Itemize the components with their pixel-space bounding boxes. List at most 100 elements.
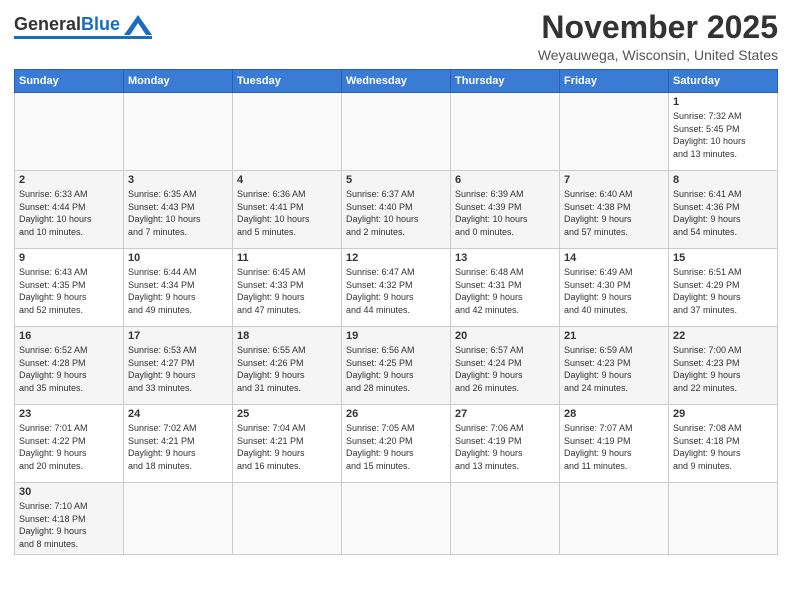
day-info-8: Sunrise: 6:41 AM Sunset: 4:36 PM Dayligh… bbox=[673, 188, 773, 238]
cell-2-1: 10 Sunrise: 6:44 AM Sunset: 4:34 PM Dayli… bbox=[124, 249, 233, 327]
day-number-10: 10 bbox=[128, 252, 228, 264]
cell-4-6: 29 Sunrise: 7:08 AM Sunset: 4:18 PM Dayli… bbox=[669, 405, 778, 483]
cell-0-1 bbox=[124, 93, 233, 171]
cell-5-2 bbox=[233, 483, 342, 554]
header-thursday: Thursday bbox=[451, 70, 560, 93]
day-info-11: Sunrise: 6:45 AM Sunset: 4:33 PM Dayligh… bbox=[237, 266, 337, 316]
day-info-16: Sunrise: 6:52 AM Sunset: 4:28 PM Dayligh… bbox=[19, 344, 119, 394]
day-number-18: 18 bbox=[237, 330, 337, 342]
day-info-3: Sunrise: 6:35 AM Sunset: 4:43 PM Dayligh… bbox=[128, 188, 228, 238]
cell-3-2: 18Sunrise: 6:55 AM Sunset: 4:26 PM Dayli… bbox=[233, 327, 342, 405]
header-wednesday: Wednesday bbox=[342, 70, 451, 93]
day-info-2: Sunrise: 6:33 AM Sunset: 4:44 PM Dayligh… bbox=[19, 188, 119, 238]
cell-1-4: 6 Sunrise: 6:39 AM Sunset: 4:39 PM Daylig… bbox=[451, 171, 560, 249]
calendar-table: Sunday Monday Tuesday Wednesday Thursday… bbox=[14, 69, 778, 554]
day-info-19: Sunrise: 6:56 AM Sunset: 4:25 PM Dayligh… bbox=[346, 344, 446, 394]
day-info-6: Sunrise: 6:39 AM Sunset: 4:39 PM Dayligh… bbox=[455, 188, 555, 238]
cell-1-0: 2Sunrise: 6:33 AM Sunset: 4:44 PM Daylig… bbox=[15, 171, 124, 249]
day-info-7: Sunrise: 6:40 AM Sunset: 4:38 PM Dayligh… bbox=[564, 188, 664, 238]
logo-text: General Blue bbox=[14, 14, 152, 35]
cell-1-3: 5 Sunrise: 6:37 AM Sunset: 4:40 PM Daylig… bbox=[342, 171, 451, 249]
cell-5-3 bbox=[342, 483, 451, 554]
cell-3-4: 20 Sunrise: 6:57 AM Sunset: 4:24 PM Dayli… bbox=[451, 327, 560, 405]
day-info-9: Sunrise: 6:43 AM Sunset: 4:35 PM Dayligh… bbox=[19, 266, 119, 316]
day-number-23: 23 bbox=[19, 408, 119, 420]
cell-2-6: 15 Sunrise: 6:51 AM Sunset: 4:29 PM Dayli… bbox=[669, 249, 778, 327]
cell-0-3 bbox=[342, 93, 451, 171]
day-number-15: 15 bbox=[673, 252, 773, 264]
header-sunday: Sunday bbox=[15, 70, 124, 93]
day-number-20: 20 bbox=[455, 330, 555, 342]
location: Weyauwega, Wisconsin, United States bbox=[538, 47, 778, 63]
day-number-9: 9 bbox=[19, 252, 119, 264]
cell-1-2: 4Sunrise: 6:36 AM Sunset: 4:41 PM Daylig… bbox=[233, 171, 342, 249]
day-info-12: Sunrise: 6:47 AM Sunset: 4:32 PM Dayligh… bbox=[346, 266, 446, 316]
logo-underline bbox=[14, 36, 152, 39]
cell-2-3: 12Sunrise: 6:47 AM Sunset: 4:32 PM Dayli… bbox=[342, 249, 451, 327]
day-number-29: 29 bbox=[673, 408, 773, 420]
week-row-1: 2Sunrise: 6:33 AM Sunset: 4:44 PM Daylig… bbox=[15, 171, 778, 249]
day-number-26: 26 bbox=[346, 408, 446, 420]
day-info-26: Sunrise: 7:05 AM Sunset: 4:20 PM Dayligh… bbox=[346, 422, 446, 472]
day-info-29: Sunrise: 7:08 AM Sunset: 4:18 PM Dayligh… bbox=[673, 422, 773, 472]
day-number-19: 19 bbox=[346, 330, 446, 342]
cell-3-6: 22 Sunrise: 7:00 AM Sunset: 4:23 PM Dayli… bbox=[669, 327, 778, 405]
month-title: November 2025 bbox=[538, 10, 778, 45]
day-number-7: 7 bbox=[564, 174, 664, 186]
logo: General Blue bbox=[14, 14, 152, 39]
day-info-23: Sunrise: 7:01 AM Sunset: 4:22 PM Dayligh… bbox=[19, 422, 119, 472]
cell-3-0: 16 Sunrise: 6:52 AM Sunset: 4:28 PM Dayli… bbox=[15, 327, 124, 405]
day-info-14: Sunrise: 6:49 AM Sunset: 4:30 PM Dayligh… bbox=[564, 266, 664, 316]
day-info-4: Sunrise: 6:36 AM Sunset: 4:41 PM Dayligh… bbox=[237, 188, 337, 238]
day-info-21: Sunrise: 6:59 AM Sunset: 4:23 PM Dayligh… bbox=[564, 344, 664, 394]
day-number-6: 6 bbox=[455, 174, 555, 186]
cell-1-6: 8 Sunrise: 6:41 AM Sunset: 4:36 PM Daylig… bbox=[669, 171, 778, 249]
day-number-16: 16 bbox=[19, 330, 119, 342]
cell-2-0: 9 Sunrise: 6:43 AM Sunset: 4:35 PM Daylig… bbox=[15, 249, 124, 327]
title-section: November 2025 Weyauwega, Wisconsin, Unit… bbox=[538, 10, 778, 63]
weekday-header-row: Sunday Monday Tuesday Wednesday Thursday… bbox=[15, 70, 778, 93]
cell-4-3: 26 Sunrise: 7:05 AM Sunset: 4:20 PM Dayli… bbox=[342, 405, 451, 483]
cell-2-4: 13 Sunrise: 6:48 AM Sunset: 4:31 PM Dayli… bbox=[451, 249, 560, 327]
day-number-30: 30 bbox=[19, 486, 119, 498]
week-row-2: 9 Sunrise: 6:43 AM Sunset: 4:35 PM Daylig… bbox=[15, 249, 778, 327]
day-info-15: Sunrise: 6:51 AM Sunset: 4:29 PM Dayligh… bbox=[673, 266, 773, 316]
cell-4-4: 27 Sunrise: 7:06 AM Sunset: 4:19 PM Dayli… bbox=[451, 405, 560, 483]
day-info-1: Sunrise: 7:32 AM Sunset: 5:45 PM Dayligh… bbox=[673, 110, 773, 160]
day-number-27: 27 bbox=[455, 408, 555, 420]
cell-4-1: 24 Sunrise: 7:02 AM Sunset: 4:21 PM Dayli… bbox=[124, 405, 233, 483]
week-row-4: 23 Sunrise: 7:01 AM Sunset: 4:22 PM Dayli… bbox=[15, 405, 778, 483]
cell-5-1 bbox=[124, 483, 233, 554]
cell-5-6 bbox=[669, 483, 778, 554]
header-saturday: Saturday bbox=[669, 70, 778, 93]
day-info-20: Sunrise: 6:57 AM Sunset: 4:24 PM Dayligh… bbox=[455, 344, 555, 394]
day-number-21: 21 bbox=[564, 330, 664, 342]
cell-0-2 bbox=[233, 93, 342, 171]
day-info-13: Sunrise: 6:48 AM Sunset: 4:31 PM Dayligh… bbox=[455, 266, 555, 316]
cell-0-5 bbox=[560, 93, 669, 171]
day-info-5: Sunrise: 6:37 AM Sunset: 4:40 PM Dayligh… bbox=[346, 188, 446, 238]
day-info-30: Sunrise: 7:10 AM Sunset: 4:18 PM Dayligh… bbox=[19, 500, 119, 550]
cell-2-2: 11Sunrise: 6:45 AM Sunset: 4:33 PM Dayli… bbox=[233, 249, 342, 327]
day-info-28: Sunrise: 7:07 AM Sunset: 4:19 PM Dayligh… bbox=[564, 422, 664, 472]
day-info-22: Sunrise: 7:00 AM Sunset: 4:23 PM Dayligh… bbox=[673, 344, 773, 394]
day-info-27: Sunrise: 7:06 AM Sunset: 4:19 PM Dayligh… bbox=[455, 422, 555, 472]
day-number-24: 24 bbox=[128, 408, 228, 420]
day-info-24: Sunrise: 7:02 AM Sunset: 4:21 PM Dayligh… bbox=[128, 422, 228, 472]
cell-3-1: 17Sunrise: 6:53 AM Sunset: 4:27 PM Dayli… bbox=[124, 327, 233, 405]
day-number-5: 5 bbox=[346, 174, 446, 186]
day-number-8: 8 bbox=[673, 174, 773, 186]
header-monday: Monday bbox=[124, 70, 233, 93]
cell-0-6: 1Sunrise: 7:32 AM Sunset: 5:45 PM Daylig… bbox=[669, 93, 778, 171]
day-number-13: 13 bbox=[455, 252, 555, 264]
day-info-10: Sunrise: 6:44 AM Sunset: 4:34 PM Dayligh… bbox=[128, 266, 228, 316]
cell-0-4 bbox=[451, 93, 560, 171]
cell-4-5: 28Sunrise: 7:07 AM Sunset: 4:19 PM Dayli… bbox=[560, 405, 669, 483]
week-row-3: 16 Sunrise: 6:52 AM Sunset: 4:28 PM Dayli… bbox=[15, 327, 778, 405]
cell-5-5 bbox=[560, 483, 669, 554]
day-number-22: 22 bbox=[673, 330, 773, 342]
page: General Blue November 2025 Weyauwega, Wi… bbox=[0, 0, 792, 612]
header-friday: Friday bbox=[560, 70, 669, 93]
logo-icon bbox=[124, 15, 152, 35]
day-info-25: Sunrise: 7:04 AM Sunset: 4:21 PM Dayligh… bbox=[237, 422, 337, 472]
